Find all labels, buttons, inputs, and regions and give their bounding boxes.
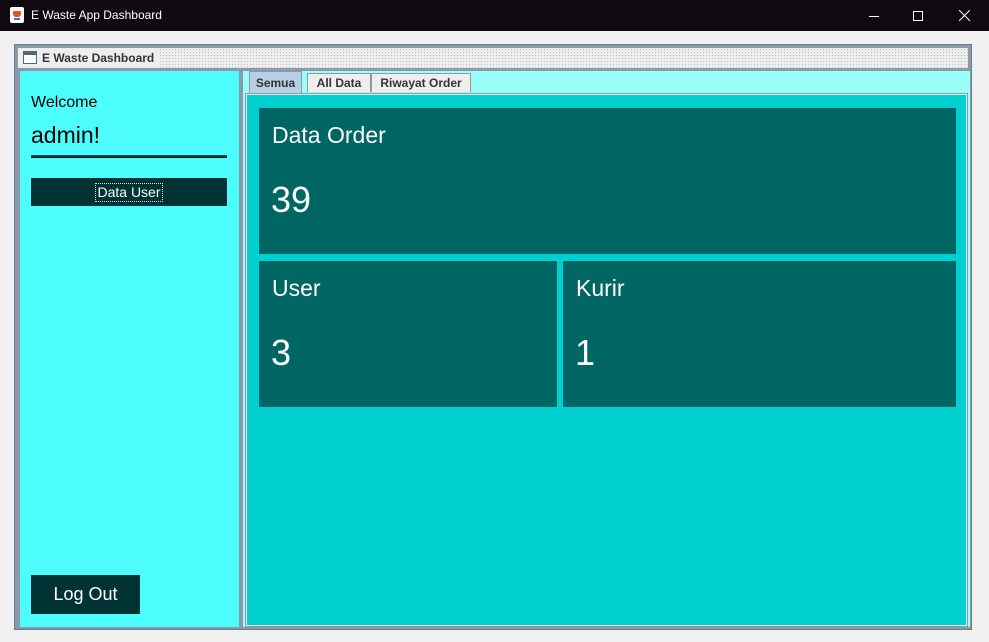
logout-button[interactable]: Log Out — [31, 575, 140, 614]
window-title: E Waste App Dashboard — [31, 8, 162, 22]
data-order-card: Data Order 39 — [259, 108, 956, 254]
kurir-count: 1 — [575, 332, 596, 373]
sidebar: Welcome admin! Data User Log Out — [20, 71, 239, 627]
data-order-label: Data Order — [272, 122, 386, 148]
close-icon — [958, 10, 970, 21]
username-label: admin! — [31, 122, 101, 148]
summary-panel: Data Order 39 User 3 Kurir 1 — [247, 95, 966, 625]
window-titlebar: E Waste App Dashboard — [0, 0, 989, 31]
tab-semua[interactable]: Semua — [249, 71, 302, 93]
tabbed-pane: Semua All Data Riwayat Order Data Order … — [243, 71, 970, 627]
data-user-button-label: Data User — [95, 182, 163, 202]
internal-frame: E Waste Dashboard Welcome admin! Data Us… — [14, 44, 972, 630]
kurir-card: Kurir 1 — [563, 261, 956, 407]
minimize-button[interactable] — [851, 0, 897, 31]
java-app-icon — [10, 7, 24, 23]
username-divider — [31, 155, 227, 158]
data-user-button[interactable]: Data User — [31, 178, 227, 206]
user-card: User 3 — [259, 261, 557, 407]
maximize-button[interactable] — [895, 0, 941, 31]
tab-content-semua: Data Order 39 User 3 Kurir 1 — [245, 93, 968, 627]
internal-frame-title-text: E Waste Dashboard — [42, 51, 155, 65]
tab-all-data[interactable]: All Data — [307, 73, 371, 92]
user-count: 3 — [271, 332, 292, 373]
user-label: User — [272, 275, 321, 301]
kurir-label: Kurir — [576, 275, 625, 301]
frame-icon — [23, 51, 37, 64]
close-button[interactable] — [941, 0, 987, 31]
data-order-count: 39 — [271, 179, 312, 220]
minimize-icon — [869, 15, 879, 17]
internal-frame-title: E Waste Dashboard — [18, 48, 161, 68]
internal-frame-titlebar[interactable]: E Waste Dashboard — [18, 48, 968, 68]
maximize-icon — [913, 10, 923, 21]
tab-riwayat-order[interactable]: Riwayat Order — [371, 73, 471, 92]
welcome-label: Welcome — [31, 94, 98, 111]
